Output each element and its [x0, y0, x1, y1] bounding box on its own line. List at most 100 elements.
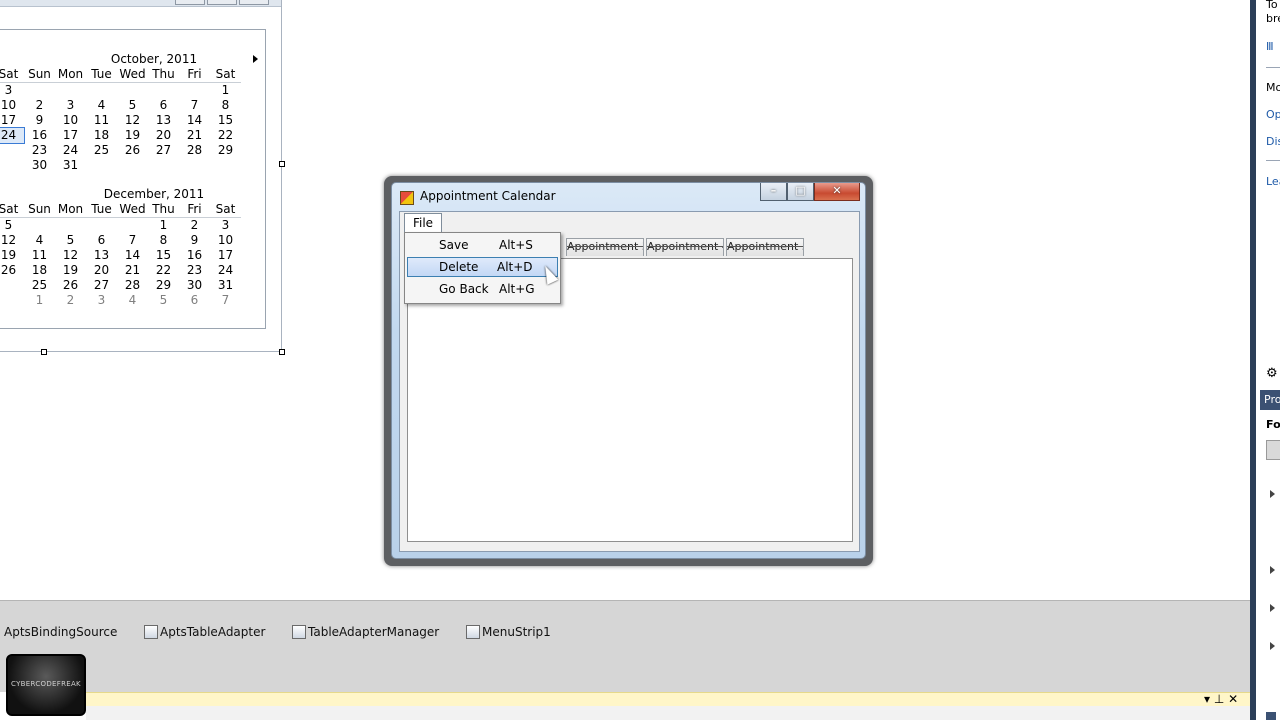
calendar-day[interactable]: 1 — [24, 293, 55, 308]
calendar-day[interactable]: 4 — [117, 293, 148, 308]
calendar-day[interactable]: 10 — [55, 113, 86, 128]
calendar-day[interactable]: 5 — [0, 218, 24, 234]
close-button[interactable]: ✕ — [814, 183, 860, 201]
calendar-day[interactable]: 23 — [24, 143, 55, 158]
menu-item-go-back[interactable]: Go Back Alt+G — [407, 279, 558, 299]
calendar-day[interactable]: 9 — [179, 233, 210, 248]
calendar-day[interactable]: 11 — [24, 248, 55, 263]
panel-link[interactable]: Dis — [1266, 135, 1280, 148]
calendar-day[interactable]: 16 — [179, 248, 210, 263]
calendar-day[interactable]: 4 — [24, 233, 55, 248]
calendar-day[interactable]: 19 — [117, 128, 148, 143]
calendar-day[interactable]: 25 — [86, 143, 117, 158]
calendar-day[interactable]: 17 — [55, 128, 86, 143]
panel-link[interactable]: Op — [1266, 108, 1280, 121]
expand-arrow-icon[interactable] — [1270, 490, 1275, 498]
calendar-day[interactable]: 14 — [117, 248, 148, 263]
panel-tool-icon[interactable]: Ⅲ — [1266, 40, 1274, 53]
calendar-day[interactable]: 12 — [55, 248, 86, 263]
calendar-day[interactable]: 31 — [55, 158, 86, 173]
calendar-day[interactable]: 22 — [148, 263, 179, 278]
minimize-button[interactable]: – — [760, 183, 787, 201]
calendar-day[interactable]: 15 — [210, 113, 241, 128]
menu-item-save[interactable]: Save Alt+S — [407, 235, 558, 255]
calendar-day[interactable]: 26 — [0, 263, 24, 278]
calendar-day[interactable]: 12 — [117, 113, 148, 128]
tray-item-binding-source[interactable]: AptsBindingSource — [4, 623, 117, 641]
calendar-day[interactable]: 29 — [148, 278, 179, 293]
calendar-day[interactable]: 27 — [148, 143, 179, 158]
calendar-day[interactable]: 10 — [210, 233, 241, 248]
calendar-day-today[interactable]: 24 — [0, 127, 25, 144]
calendar-day[interactable]: 7 — [179, 98, 210, 113]
calendar-day[interactable]: 2 — [55, 293, 86, 308]
calendar-day[interactable]: 19 — [0, 248, 24, 263]
calendar-day[interactable]: 6 — [179, 293, 210, 308]
calendar-day[interactable]: 18 — [24, 263, 55, 278]
expand-arrow-icon[interactable] — [1270, 642, 1275, 650]
calendar-day[interactable]: 24 — [55, 143, 86, 158]
calendar-day[interactable]: 1 — [148, 218, 179, 234]
calendar-day[interactable]: 6 — [148, 98, 179, 113]
calendar-day[interactable]: 24 — [210, 263, 241, 278]
calendar-day[interactable]: 29 — [210, 143, 241, 158]
tab-appointment-5[interactable]: Appointment 5 — [726, 238, 804, 256]
calendar-day[interactable]: 3 — [86, 293, 117, 308]
tab-appointment-4[interactable]: Appointment 4 — [646, 238, 724, 256]
calendar-day[interactable]: 12 — [0, 233, 24, 248]
calendar-day[interactable]: 5 — [117, 98, 148, 113]
calendar-day[interactable]: 21 — [117, 263, 148, 278]
calendar-day[interactable]: 3 — [55, 98, 86, 113]
calendar-day[interactable]: 20 — [148, 128, 179, 143]
expand-arrow-icon[interactable] — [1270, 604, 1275, 612]
calendar-day[interactable]: 2 — [24, 98, 55, 113]
categorized-icon[interactable] — [1266, 440, 1280, 460]
expand-arrow-icon[interactable] — [1270, 566, 1275, 574]
panel-scroll-grip[interactable] — [1266, 712, 1276, 720]
calendar-day[interactable]: 6 — [86, 233, 117, 248]
calendar-day[interactable]: 11 — [86, 113, 117, 128]
tab-appointment-3[interactable]: Appointment 3 — [566, 238, 644, 256]
calendar-day[interactable]: 3 — [0, 83, 24, 99]
calendar-day[interactable]: 3 — [210, 218, 241, 234]
resize-handle[interactable] — [279, 349, 285, 355]
calendar-day[interactable]: 23 — [179, 263, 210, 278]
calendar-day[interactable]: 27 — [86, 278, 117, 293]
calendar-day[interactable]: 30 — [24, 158, 55, 173]
calendar-day[interactable]: 25 — [24, 278, 55, 293]
calendar-day[interactable]: 30 — [179, 278, 210, 293]
resize-handle[interactable] — [279, 161, 285, 167]
calendar-day[interactable]: 18 — [86, 128, 117, 143]
calendar-day[interactable]: 5 — [148, 293, 179, 308]
calendar-day[interactable]: 4 — [86, 98, 117, 113]
panel-link[interactable]: Lea — [1266, 175, 1280, 188]
pin-icon[interactable]: ⊥ — [1214, 692, 1224, 706]
calendar-day[interactable]: 31 — [210, 278, 241, 293]
menu-item-delete[interactable]: Delete Alt+D — [407, 257, 558, 277]
resize-handle[interactable] — [41, 349, 47, 355]
calendar-day[interactable]: 1 — [210, 83, 241, 99]
next-month-arrow-icon[interactable] — [253, 55, 258, 63]
calendar-day[interactable]: 26 — [55, 278, 86, 293]
calendar-day[interactable]: 7 — [210, 293, 241, 308]
calendar-day[interactable]: 5 — [55, 233, 86, 248]
tray-item-menu-strip[interactable]: MenuStrip1 — [466, 623, 551, 641]
calendar-day[interactable]: 28 — [179, 143, 210, 158]
properties-icon[interactable]: ⚙ — [1266, 366, 1278, 381]
menu-file[interactable]: File — [404, 213, 442, 233]
calendar-day[interactable]: 8 — [210, 98, 241, 113]
calendar-day[interactable]: 13 — [148, 113, 179, 128]
dropdown-icon[interactable]: ▾ — [1204, 692, 1210, 706]
calendar-day[interactable]: 19 — [55, 263, 86, 278]
calendar-day[interactable]: 20 — [86, 263, 117, 278]
month-calendar-control[interactable]: October, 2011 SatSunMonTueWedThuFriSat23… — [0, 0, 282, 352]
calendar-day[interactable]: 9 — [24, 113, 55, 128]
calendar-day[interactable]: 28 — [117, 278, 148, 293]
tray-item-table-adapter-manager[interactable]: TableAdapterManager — [292, 623, 439, 641]
calendar-day[interactable]: 13 — [86, 248, 117, 263]
calendar-day[interactable]: 15 — [148, 248, 179, 263]
calendar-day[interactable]: 10 — [0, 98, 24, 113]
maximize-button[interactable]: □ — [787, 183, 814, 201]
calendar-day[interactable]: 17 — [210, 248, 241, 263]
calendar-day[interactable]: 2 — [179, 218, 210, 234]
